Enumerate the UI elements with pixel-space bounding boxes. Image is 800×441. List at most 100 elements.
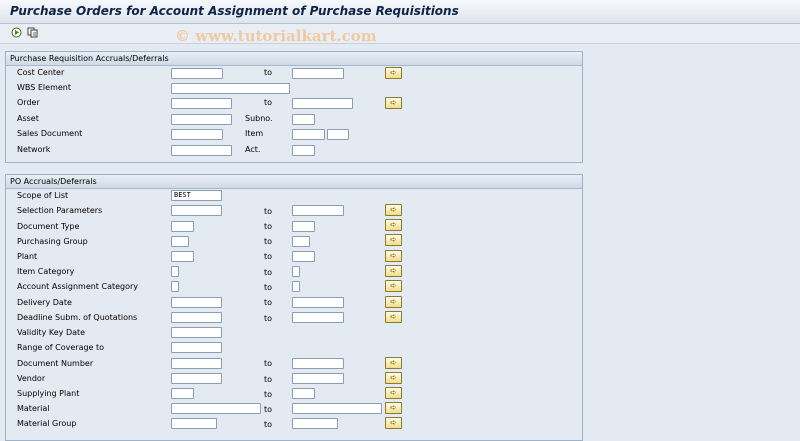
account-assignment-category-multiple-selection-button[interactable]: ➪: [385, 280, 402, 292]
purchasing-group-to-input[interactable]: [292, 236, 310, 247]
deadline-submission-to-label: to: [264, 314, 273, 323]
purchasing-group-label: Purchasing Group: [17, 237, 88, 246]
delivery-date-from-input[interactable]: [171, 297, 222, 308]
document-type-multiple-selection-button[interactable]: ➪: [385, 219, 402, 231]
order-label: Order: [17, 98, 40, 107]
item-label: Item: [245, 129, 264, 138]
selection-parameters-from-input[interactable]: [171, 205, 222, 216]
cost-center-multiple-selection-button[interactable]: ➪: [385, 67, 402, 79]
material-group-label: Material Group: [17, 419, 77, 428]
delivery-date-to-input[interactable]: [292, 297, 344, 308]
scope-of-list-label: Scope of List: [17, 191, 69, 200]
account-assignment-category-to-input[interactable]: [292, 281, 300, 292]
item-category-multiple-selection-button[interactable]: ➪: [385, 265, 402, 277]
title-bar: Purchase Orders for Account Assignment o…: [0, 0, 800, 24]
document-number-label: Document Number: [17, 359, 94, 368]
account-assignment-category-label: Account Assignment Category: [17, 282, 139, 291]
cost-center-to-label: to: [264, 68, 273, 77]
supplying-plant-label: Supplying Plant: [17, 389, 80, 398]
plant-to-input[interactable]: [292, 251, 315, 262]
account-assignment-category-to-label: to: [264, 283, 273, 292]
act-input[interactable]: [292, 145, 315, 156]
cost-center-label: Cost Center: [17, 68, 65, 77]
po-accruals-header: PO Accruals/Deferrals: [6, 175, 582, 189]
supplying-plant-multiple-selection-button[interactable]: ➪: [385, 387, 402, 399]
selection-parameters-multiple-selection-button[interactable]: ➪: [385, 204, 402, 216]
order-from-input[interactable]: [171, 98, 232, 109]
plant-to-label: to: [264, 252, 273, 261]
supplying-plant-to-input[interactable]: [292, 388, 315, 399]
sales-document-label: Sales Document: [17, 129, 83, 138]
plant-multiple-selection-button[interactable]: ➪: [385, 250, 402, 262]
document-number-multiple-selection-button[interactable]: ➪: [385, 357, 402, 369]
validity-key-date-input[interactable]: [171, 327, 222, 338]
item-input-2[interactable]: [327, 129, 349, 140]
deadline-submission-multiple-selection-button[interactable]: ➪: [385, 311, 402, 323]
cost-center-to-input[interactable]: [292, 68, 344, 79]
sales-document-input[interactable]: [171, 129, 223, 140]
material-label: Material: [17, 404, 50, 413]
execute-icon[interactable]: [11, 27, 22, 38]
item-category-from-input[interactable]: [171, 266, 179, 277]
material-from-input[interactable]: [171, 403, 261, 414]
supplying-plant-from-input[interactable]: [171, 388, 194, 399]
deadline-submission-to-input[interactable]: [292, 312, 344, 323]
document-type-to-label: to: [264, 222, 273, 231]
cost-center-from-input[interactable]: [171, 68, 223, 79]
vendor-to-label: to: [264, 375, 273, 384]
deadline-submission-from-input[interactable]: [171, 312, 222, 323]
subno-label: Subno.: [245, 114, 273, 123]
item-input-1[interactable]: [292, 129, 325, 140]
watermark: © www.tutorialkart.com: [175, 27, 377, 45]
document-number-to-input[interactable]: [292, 358, 344, 369]
selection-parameters-to-input[interactable]: [292, 205, 344, 216]
scope-of-list-input[interactable]: BEST: [171, 190, 222, 201]
subno-input[interactable]: [292, 114, 315, 125]
vendor-from-input[interactable]: [171, 373, 222, 384]
vendor-label: Vendor: [17, 374, 46, 383]
material-group-to-input[interactable]: [292, 418, 338, 429]
deadline-submission-label: Deadline Subm. of Quotations: [17, 313, 138, 322]
document-number-to-label: to: [264, 359, 273, 368]
plant-from-input[interactable]: [171, 251, 194, 262]
material-multiple-selection-button[interactable]: ➪: [385, 402, 402, 414]
purchasing-group-from-input[interactable]: [171, 236, 189, 247]
document-type-label: Document Type: [17, 222, 80, 231]
delivery-date-label: Delivery Date: [17, 298, 72, 307]
document-type-to-input[interactable]: [292, 221, 315, 232]
delivery-date-multiple-selection-button[interactable]: ➪: [385, 296, 402, 308]
order-to-label: to: [264, 98, 273, 107]
material-group-multiple-selection-button[interactable]: ➪: [385, 417, 402, 429]
purchasing-group-multiple-selection-button[interactable]: ➪: [385, 234, 402, 246]
get-variant-icon[interactable]: [27, 27, 38, 38]
order-multiple-selection-button[interactable]: ➪: [385, 97, 402, 109]
validity-key-date-label: Validity Key Date: [17, 328, 86, 337]
network-label: Network: [17, 145, 51, 154]
item-category-label: Item Category: [17, 267, 75, 276]
range-of-coverage-input[interactable]: [171, 342, 222, 353]
item-category-to-input[interactable]: [292, 266, 300, 277]
selection-parameters-to-label: to: [264, 207, 273, 216]
wbs-element-label: WBS Element: [17, 83, 71, 92]
asset-label: Asset: [17, 114, 39, 123]
document-type-from-input[interactable]: [171, 221, 194, 232]
supplying-plant-to-label: to: [264, 390, 273, 399]
material-group-to-label: to: [264, 420, 273, 429]
material-group-from-input[interactable]: [171, 418, 217, 429]
document-number-from-input[interactable]: [171, 358, 222, 369]
delivery-date-to-label: to: [264, 298, 273, 307]
application-toolbar: [0, 24, 800, 44]
range-of-coverage-label: Range of Coverage to: [17, 343, 105, 352]
wbs-element-input[interactable]: [171, 83, 290, 94]
order-to-input[interactable]: [292, 98, 353, 109]
asset-input[interactable]: [171, 114, 232, 125]
act-label: Act.: [245, 145, 261, 154]
page-title: Purchase Orders for Account Assignment o…: [10, 4, 459, 18]
purchasing-group-to-label: to: [264, 237, 273, 246]
material-to-input[interactable]: [292, 403, 382, 414]
pr-accruals-header: Purchase Requisition Accruals/Deferrals: [6, 52, 582, 66]
vendor-to-input[interactable]: [292, 373, 344, 384]
account-assignment-category-from-input[interactable]: [171, 281, 179, 292]
vendor-multiple-selection-button[interactable]: ➪: [385, 372, 402, 384]
network-input[interactable]: [171, 145, 232, 156]
